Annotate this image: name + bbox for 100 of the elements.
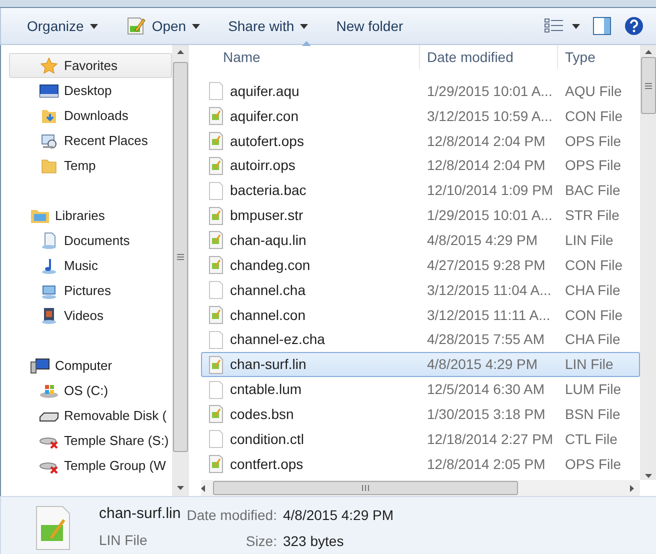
file-name: autofert.ops bbox=[230, 132, 304, 151]
sidebar-item[interactable]: Temple Group (W bbox=[1, 453, 172, 478]
scroll-down-icon[interactable] bbox=[177, 486, 184, 490]
blank-file-icon bbox=[208, 380, 224, 399]
file-row[interactable]: codes.bsn 1/30/2015 3:18 PM BSN File bbox=[201, 402, 640, 427]
sidebar-group[interactable]: Computer bbox=[1, 353, 172, 378]
file-row[interactable]: channel.con 3/12/2015 11:11 A... CON File bbox=[201, 302, 640, 328]
sidebar-group[interactable]: Libraries bbox=[1, 203, 172, 228]
file-name: channel.con bbox=[230, 306, 306, 325]
file-name: chandeg.con bbox=[230, 256, 310, 275]
file-row[interactable]: contfert.ops 12/8/2014 2:05 PM OPS File bbox=[201, 452, 640, 476]
file-name: chan-aqu.lin bbox=[230, 230, 306, 250]
scroll-up-icon[interactable] bbox=[177, 50, 184, 54]
property-value: 4/8/2015 4:29 PM bbox=[282, 506, 394, 525]
toolbar-button[interactable]: Share with bbox=[218, 11, 318, 41]
sidebar-item[interactable]: Desktop bbox=[1, 78, 172, 103]
date-cell-text: 1/29/2015 10:01 A... bbox=[426, 206, 554, 226]
date-cell-text: 1/30/2015 3:18 PM bbox=[426, 404, 546, 424]
sort-arrow-icon bbox=[302, 41, 311, 46]
blank-file-icon bbox=[208, 281, 224, 300]
column-header[interactable]: Name bbox=[201, 45, 419, 69]
sidebar-item[interactable]: Temple Share (S:) bbox=[1, 428, 172, 453]
pencil-document-icon bbox=[126, 16, 146, 36]
sidebar-item[interactable]: Removable Disk ( bbox=[1, 403, 172, 428]
file-row[interactable]: autofert.ops 12/8/2014 2:04 PM OPS File bbox=[201, 128, 640, 154]
file-row[interactable]: condition.ctl 12/18/2014 2:27 PM CTL File bbox=[201, 426, 640, 452]
type-cell-text: BSN File bbox=[564, 404, 622, 424]
drive-icon bbox=[38, 382, 60, 398]
file-row[interactable]: channel.cha 3/12/2015 11:04 A... CHA File bbox=[201, 278, 640, 303]
file-name: contfert.ops bbox=[230, 454, 304, 474]
type-cell-text: LUM File bbox=[564, 380, 622, 400]
desktop-icon bbox=[38, 82, 60, 98]
grip-icon bbox=[177, 254, 184, 260]
date-cell-text: 12/8/2014 2:05 PM bbox=[426, 454, 546, 474]
type-cell-text: CON File bbox=[564, 256, 624, 275]
grip-icon bbox=[362, 485, 369, 491]
file-name: condition.ctl bbox=[230, 430, 304, 449]
edit-file-icon bbox=[208, 455, 224, 474]
sidebar-scrollbar[interactable] bbox=[172, 45, 189, 496]
scroll-left-icon[interactable] bbox=[201, 484, 205, 492]
date-cell-text: 3/12/2015 10:59 A... bbox=[426, 106, 554, 126]
sidebar-item[interactable]: Music bbox=[1, 253, 172, 278]
edit-file-icon bbox=[35, 505, 71, 551]
file-name: channel-ez.cha bbox=[230, 330, 325, 350]
caret-icon bbox=[90, 24, 98, 28]
file-name: cntable.lum bbox=[230, 380, 302, 400]
type-cell-text: STR File bbox=[564, 206, 620, 226]
file-name: aquifer.aqu bbox=[230, 82, 300, 101]
file-name: channel.cha bbox=[230, 280, 306, 300]
help-icon[interactable] bbox=[624, 16, 644, 36]
column-header[interactable]: Date modified bbox=[419, 45, 557, 69]
sidebar-item[interactable]: Downloads bbox=[1, 103, 172, 128]
file-row[interactable]: aquifer.con 3/12/2015 10:59 A... CON File bbox=[201, 104, 640, 129]
file-name: codes.bsn bbox=[230, 404, 294, 424]
edit-file-icon bbox=[208, 156, 224, 175]
property-value: 323 bytes bbox=[282, 532, 345, 551]
scroll-right-icon[interactable] bbox=[630, 484, 634, 492]
file-row[interactable]: bacteria.bac 12/10/2014 1:09 PM BAC File bbox=[201, 178, 640, 204]
view-menu-button[interactable] bbox=[544, 18, 580, 34]
scroll-up-icon[interactable] bbox=[644, 50, 652, 54]
blank-file-icon bbox=[208, 82, 224, 100]
file-row[interactable]: channel-ez.cha 4/28/2015 7:55 AM CHA File bbox=[201, 327, 640, 352]
file-row[interactable]: chan-surf.lin 4/8/2015 4:29 PM LIN File bbox=[201, 352, 640, 378]
file-row[interactable]: chandeg.con 4/27/2015 9:28 PM CON File bbox=[201, 252, 640, 278]
caret-icon bbox=[192, 24, 200, 28]
blank-file-icon bbox=[208, 182, 224, 200]
edit-file-icon bbox=[208, 405, 224, 424]
type-cell-text: BAC File bbox=[564, 181, 622, 200]
caret-icon bbox=[300, 24, 308, 28]
edit-file-icon bbox=[208, 306, 224, 324]
file-row[interactable]: chan-aqu.lin 4/8/2015 4:29 PM LIN File bbox=[201, 228, 640, 253]
file-row[interactable]: autoirr.ops 12/8/2014 2:04 PM OPS File bbox=[201, 154, 640, 178]
toolbar-button[interactable]: Organize bbox=[17, 11, 108, 41]
file-name: autoirr.ops bbox=[230, 156, 296, 176]
star-icon bbox=[38, 56, 60, 74]
file-row[interactable]: cntable.lum 12/5/2014 6:30 AM LUM File bbox=[201, 377, 640, 402]
sidebar-item[interactable]: OS (C:) bbox=[1, 378, 172, 403]
file-row[interactable]: bmpuser.str 1/29/2015 10:01 A... STR File bbox=[201, 203, 640, 228]
sidebar-item[interactable]: Pictures bbox=[1, 278, 172, 303]
sidebar-item[interactable]: Documents bbox=[1, 228, 172, 253]
date-cell-text: 4/27/2015 9:28 PM bbox=[426, 256, 546, 275]
type-cell-text: CHA File bbox=[564, 280, 622, 300]
sidebar-item[interactable]: Recent Places bbox=[1, 128, 172, 153]
column-header[interactable]: Type bbox=[557, 45, 637, 69]
date-cell-text: 4/8/2015 4:29 PM bbox=[426, 355, 539, 374]
file-name: bmpuser.str bbox=[230, 206, 304, 226]
file-row[interactable]: aquifer.aqu 1/29/2015 10:01 A... AQU File bbox=[201, 79, 640, 104]
list-scrollbar[interactable] bbox=[640, 45, 656, 480]
sidebar-item[interactable]: Temp bbox=[1, 153, 172, 178]
date-cell-text: 4/28/2015 7:55 AM bbox=[426, 330, 546, 350]
preview-pane-icon[interactable] bbox=[592, 16, 612, 36]
blank-file-icon bbox=[208, 330, 224, 349]
details-view-icon bbox=[544, 18, 564, 34]
toolbar-button[interactable]: Open bbox=[116, 11, 210, 41]
sidebar-group[interactable]: Favorites bbox=[9, 53, 172, 78]
toolbar-button[interactable]: New folder bbox=[326, 11, 414, 41]
horizontal-scrollbar[interactable] bbox=[201, 480, 640, 496]
sidebar-item[interactable]: Videos bbox=[1, 303, 172, 328]
date-cell-text: 12/10/2014 1:09 PM bbox=[426, 181, 554, 200]
scroll-down-icon[interactable] bbox=[644, 474, 652, 478]
